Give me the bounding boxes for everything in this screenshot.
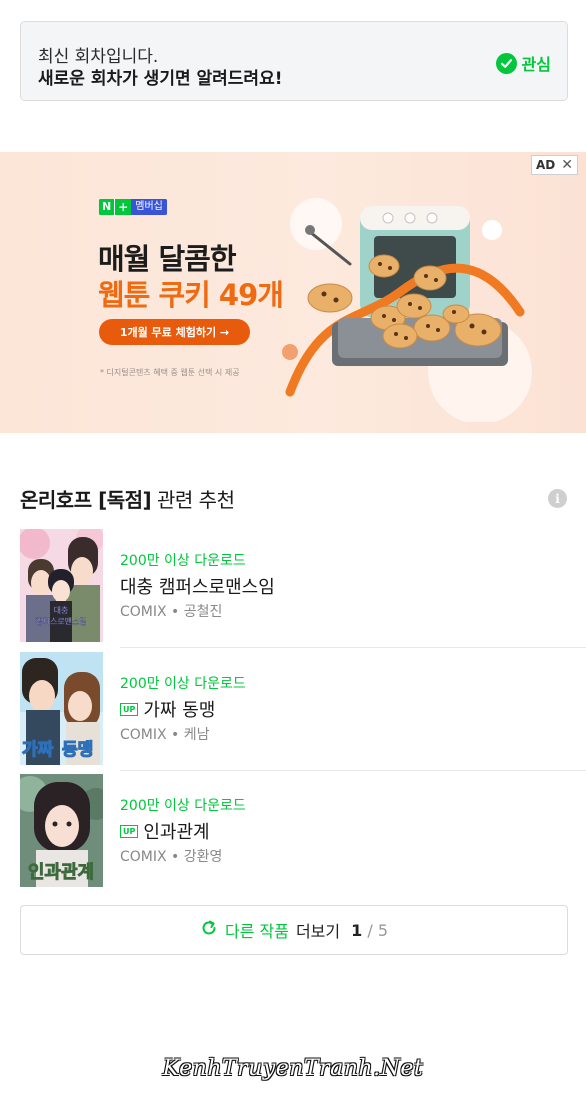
brand-plus: +	[114, 199, 132, 215]
svg-text:캠퍼스로맨스임: 캠퍼스로맨스임	[35, 616, 87, 626]
close-icon: ✕	[561, 157, 573, 173]
more-works-button[interactable]: 다른 작품 더보기 1 / 5	[20, 905, 568, 955]
recommend-item[interactable]: 인과관계 200만 이상 다운로드 UP 인과관계 COMIX • 강환영	[20, 774, 586, 887]
check-circle-icon	[495, 52, 517, 74]
ad-headline-2: 웹툰 쿠키 49개	[98, 278, 284, 312]
up-badge: UP	[120, 702, 139, 716]
brand-n: N	[99, 199, 115, 215]
current-page: 1	[351, 920, 363, 940]
oven-cookies-illustration	[282, 198, 532, 422]
total-pages: / 5	[362, 920, 389, 940]
download-count: 200만 이상 다운로드	[120, 798, 246, 814]
download-count: 200만 이상 다운로드	[120, 553, 246, 569]
info-icon[interactable]: i	[548, 489, 567, 508]
comic-author: COMIX • 공철진	[120, 604, 223, 620]
comic-thumbnail: 가짜 동맹	[20, 652, 103, 765]
svg-text:동맹: 동맹	[62, 740, 93, 760]
page-indicator: 1 / 5	[351, 921, 388, 940]
comic-title: 인과관계	[143, 822, 210, 843]
comic-title-row: 대충 캠퍼스로맨스임	[120, 573, 275, 599]
latest-episode-notice: 최신 회차입니다. 새로운 회차가 생기면 알려드려요! 관심	[20, 21, 568, 101]
naver-plus-membership-logo: N + 멤버십	[99, 199, 167, 215]
comic-thumbnail: 인과관계	[20, 774, 103, 887]
ad-cta-button[interactable]: 1개월 무료 체험하기 →	[99, 319, 250, 345]
ad-footnote: * 디지털콘텐츠 혜택 중 웹툰 선택 시 제공	[100, 368, 240, 377]
svg-text:가짜: 가짜	[22, 740, 54, 760]
download-count: 200만 이상 다운로드	[120, 676, 246, 692]
recommend-section-title: 온리호프 [독점] 관련 추천	[20, 484, 235, 513]
more-label-green: 다른 작품	[224, 922, 289, 941]
comic-title-row: UP 가짜 동맹	[120, 696, 215, 722]
divider	[120, 770, 586, 771]
comic-title: 대충 캠퍼스로맨스임	[120, 577, 275, 598]
comic-author: COMIX • 케남	[120, 727, 210, 743]
up-badge: UP	[120, 824, 139, 838]
follow-label: 관심	[521, 55, 551, 74]
recommend-item[interactable]: 대충 캠퍼스로맨스임 200만 이상 다운로드 대충 캠퍼스로맨스임 COMIX…	[20, 529, 586, 648]
watermark: KenhTruyenTranh.Net	[162, 1056, 424, 1081]
svg-text:인과관계: 인과관계	[28, 862, 94, 883]
recommend-title-bold: 온리호프 [독점]	[20, 488, 152, 512]
brand-membership: 멤버십	[131, 199, 167, 215]
ad-badge: AD	[536, 158, 556, 172]
follow-button[interactable]: 관심	[495, 52, 551, 74]
more-label: 더보기	[295, 922, 341, 941]
svg-text:대충: 대충	[54, 606, 69, 615]
comic-author: COMIX • 강환영	[120, 849, 223, 865]
ad-banner[interactable]: AD ✕ N + 멤버십 매월 달콤한 웹툰 쿠키 49개 1개월 무료 체험하…	[0, 152, 586, 433]
recommend-title-rest: 관련 추천	[151, 488, 235, 512]
comic-thumbnail: 대충 캠퍼스로맨스임	[20, 529, 103, 642]
notice-line-2: 새로운 회차가 생기면 알려드려요!	[38, 69, 283, 89]
recommend-item-meta: 200만 이상 다운로드 대충 캠퍼스로맨스임 COMIX • 공철진	[120, 529, 586, 642]
divider	[120, 647, 586, 648]
refresh-icon	[200, 919, 218, 941]
recommend-item-meta: 200만 이상 다운로드 UP 인과관계 COMIX • 강환영	[120, 774, 586, 887]
recommend-item-meta: 200만 이상 다운로드 UP 가짜 동맹 COMIX • 케남	[120, 652, 586, 765]
comic-title: 가짜 동맹	[143, 700, 216, 721]
recommend-item[interactable]: 가짜 동맹 200만 이상 다운로드 UP 가짜 동맹 COMIX • 케남	[20, 652, 586, 771]
comic-title-row: UP 인과관계	[120, 818, 210, 844]
